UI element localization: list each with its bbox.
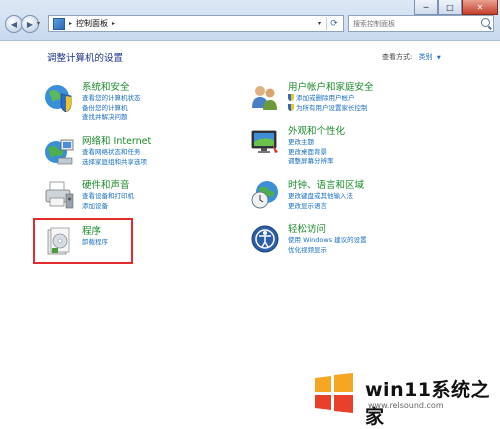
address-bar[interactable]: ▸ 控制面板 ▸ ▾ ⟳ (48, 15, 344, 32)
network-globe-icon (45, 139, 74, 165)
link-parental-controls[interactable]: 为所有用户设置家长控制 (288, 104, 488, 114)
recent-pages-dropdown[interactable]: ▾ (37, 20, 40, 27)
link-change-theme[interactable]: 更改主题 (288, 138, 488, 148)
breadcrumb-separator[interactable]: ▸ (112, 20, 115, 27)
page-title: 调整计算机的设置 (47, 53, 124, 64)
forward-arrow-icon: ▶ (26, 19, 34, 29)
link-screen-resolution[interactable]: 调整屏幕分辨率 (288, 157, 488, 167)
link-troubleshoot[interactable]: 查找并解决问题 (82, 113, 282, 123)
breadcrumb-separator[interactable]: ▸ (69, 20, 72, 27)
link-add-remove-accounts[interactable]: 添加或删除用户帐户 (288, 94, 488, 104)
users-icon (252, 86, 277, 110)
address-dropdown-icon[interactable]: ▾ (318, 20, 321, 27)
maximize-button[interactable]: □ (438, 0, 462, 15)
view-by: 查看方式: 类别 ▼ (382, 52, 441, 62)
search-input[interactable] (353, 17, 473, 30)
view-by-label: 查看方式: (382, 53, 413, 61)
printer-icon (45, 181, 74, 209)
link-desktop-background[interactable]: 更改桌面背景 (288, 148, 488, 158)
control-panel-icon (53, 17, 65, 30)
link-display-language[interactable]: 更改显示语言 (288, 202, 488, 212)
refresh-button[interactable]: ⟳ (326, 17, 341, 30)
close-button[interactable]: ✕ (462, 0, 498, 15)
link-homegroup[interactable]: 选择家庭组和共享选项 (82, 158, 282, 168)
window-controls: ─ □ ✕ (414, 0, 498, 15)
shield-globe-icon (45, 85, 72, 112)
watermark-logo (315, 373, 353, 413)
category-title[interactable]: 轻松访问 (288, 224, 488, 236)
search-icon[interactable] (481, 18, 490, 27)
view-by-dropdown[interactable]: 类别 (419, 53, 433, 61)
category-title[interactable]: 用户帐户和家庭安全 (288, 82, 488, 94)
category-title[interactable]: 外观和个性化 (288, 126, 488, 138)
breadcrumb-control-panel[interactable]: 控制面板 (76, 18, 108, 29)
ease-of-access-icon (251, 225, 279, 253)
watermark-url: www.relsound.com (368, 401, 444, 410)
category-title[interactable]: 时钟、语言和区域 (288, 180, 488, 192)
clock-globe-icon (251, 181, 278, 209)
highlight-box (33, 218, 133, 264)
link-optimize-display[interactable]: 优化视频显示 (288, 246, 488, 256)
back-arrow-icon: ◀ (10, 19, 18, 29)
search-box[interactable] (348, 15, 494, 32)
link-change-keyboard[interactable]: 更改键盘或其他输入法 (288, 192, 488, 202)
chevron-down-icon[interactable]: ▼ (437, 55, 441, 61)
monitor-icon (251, 130, 278, 153)
title-bar: ─ □ ✕ ◀ ▶ ▾ ▸ 控制面板 ▸ ▾ ⟳ (0, 0, 500, 41)
link-recommended-settings[interactable]: 使用 Windows 建议的设置 (288, 236, 488, 246)
minimize-button[interactable]: ─ (414, 0, 438, 15)
